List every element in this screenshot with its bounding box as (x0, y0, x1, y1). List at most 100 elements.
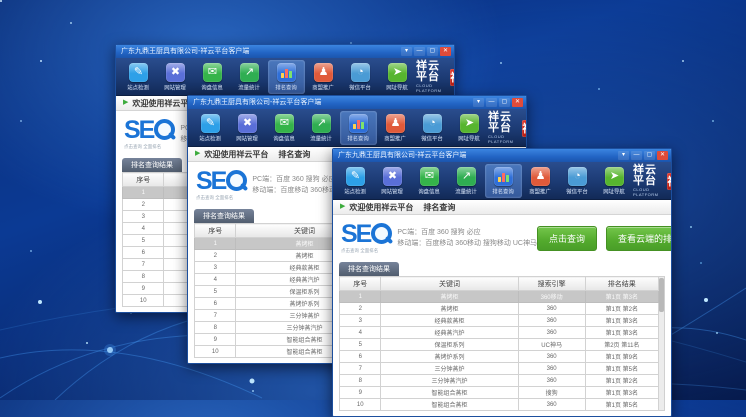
main-toolbar: ✎站点检测✖网站管理✉询盘信息↗流量统计排名查询♟商盟推广◔微信平台➤网址导航 … (333, 162, 671, 200)
minimize-button[interactable]: — (414, 47, 425, 56)
inquiry-info-icon: ✉ (275, 114, 294, 133)
cloud-ranking-button[interactable]: 查看云端的排名 (606, 226, 672, 251)
maximize-button[interactable]: ▢ (427, 47, 438, 56)
column-header[interactable]: 序号 (195, 224, 236, 238)
welcome-text: 欢迎使用祥云平台 (204, 149, 268, 160)
close-button[interactable]: ✕ (512, 98, 523, 107)
skin-button[interactable]: ▾ (401, 47, 412, 56)
toolbar-item-label: 排名查询 (348, 134, 370, 142)
table-row[interactable]: 2蒸烤柜360第1页 第2名 (340, 303, 659, 315)
results-table-wrap: 序号关键词搜索引擎排名结果 1蒸烤柜360移动第1页 第3名2蒸烤柜360第1页… (339, 276, 665, 411)
toolbar-item-label: 网站管理 (237, 134, 259, 142)
row-rank: 第1页 第5名 (585, 363, 658, 375)
toolbar-item-rank-query[interactable]: 排名查询 (340, 111, 377, 145)
column-header[interactable]: 序号 (340, 277, 381, 291)
window-titlebar[interactable]: 广东九鼎王厨具有限公司-祥云平台客户端 ▾ — ▢ ✕ (333, 149, 671, 162)
toolbar-item-site-manage[interactable]: ✖网站管理 (229, 111, 266, 145)
toolbar-item-rank-query[interactable]: 排名查询 (268, 60, 305, 94)
table-row[interactable]: 7三分钟蒸炉360第1页 第5名 (340, 363, 659, 375)
toolbar-item-alliance-promo[interactable]: ♟商盟推广 (305, 60, 342, 94)
toolbar-item-inquiry-info[interactable]: ✉询盘信息 (411, 164, 448, 198)
seo-tagline: 点击查询 全面排名 (124, 143, 171, 149)
window-content: SE 点击查询 全面排名 PC端：百度 360 搜狗 必应 移动端：百度移动 3… (333, 215, 671, 416)
maximize-button[interactable]: ▢ (499, 98, 510, 107)
toolbar-item-site-nav[interactable]: ➤网址导航 (451, 111, 488, 145)
table-body: 1蒸烤柜360移动第1页 第3名2蒸烤柜360第1页 第2名3经典款蒸柜360第… (340, 291, 659, 411)
minimize-button[interactable]: — (631, 151, 642, 160)
table-scrollbar[interactable] (659, 276, 665, 411)
table-row[interactable]: 6蒸烤炉系列360第1页 第9名 (340, 351, 659, 363)
desktop-background: 广东九鼎王厨具有限公司-祥云平台客户端 ▾ — ▢ ✕ ✎站点检测✖网站管理✉询… (0, 0, 746, 400)
toolbar-item-site-nav[interactable]: ➤网址导航 (379, 60, 416, 94)
toolbar-item-label: 询盘信息 (419, 187, 441, 195)
row-no: 7 (195, 310, 236, 322)
window-titlebar[interactable]: 广东九鼎王厨具有限公司-祥云平台客户端 ▾ — ▢ ✕ (116, 45, 454, 58)
close-button[interactable]: ✕ (440, 47, 451, 56)
query-button[interactable]: 点击查询 (537, 226, 597, 251)
row-keyword: 蒸烤柜 (381, 303, 518, 315)
table-row[interactable]: 10智能组合蒸柜360第1页 第5名 (340, 399, 659, 411)
toolbar-item-site-manage[interactable]: ✖网站管理 (157, 60, 194, 94)
site-nav-icon: ➤ (460, 114, 479, 133)
toolbar-item-label: 站点检测 (200, 134, 222, 142)
table-row[interactable]: 9智能组合蒸柜搜狗第1页 第3名 (340, 387, 659, 399)
results-tab[interactable]: 排名查询结果 (339, 262, 399, 276)
column-header[interactable]: 排名结果 (585, 277, 658, 291)
row-no: 2 (123, 199, 164, 211)
toolbar-item-label: 商盟推广 (385, 134, 407, 142)
toolbar-item-alliance-promo[interactable]: ♟商盟推广 (377, 111, 414, 145)
alliance-promo-icon: ♟ (531, 167, 550, 186)
app-window-3[interactable]: 广东九鼎王厨具有限公司-祥云平台客户端 ▾ — ▢ ✕ ✎站点检测✖网站管理✉询… (332, 148, 672, 417)
toolbar-item-inquiry-info[interactable]: ✉询盘信息 (194, 60, 231, 94)
traffic-stats-icon: ↗ (457, 167, 476, 186)
toolbar-item-site-nav[interactable]: ➤网址导航 (596, 164, 633, 198)
toolbar-item-traffic-stats[interactable]: ↗流量统计 (448, 164, 485, 198)
toolbar-item-site-check[interactable]: ✎站点检测 (120, 60, 157, 94)
row-rank: 第1页 第5名 (585, 399, 658, 411)
close-button[interactable]: ✕ (657, 151, 668, 160)
row-no: 7 (340, 363, 381, 375)
results-tab[interactable]: 排名查询结果 (122, 158, 182, 172)
skin-button[interactable]: ▾ (618, 151, 629, 160)
table-row[interactable]: 3经典款蒸柜360第1页 第3名 (340, 315, 659, 327)
column-header[interactable]: 序号 (123, 173, 164, 187)
maximize-button[interactable]: ▢ (644, 151, 655, 160)
results-tab[interactable]: 排名查询结果 (194, 209, 254, 223)
skin-button[interactable]: ▾ (473, 98, 484, 107)
table-row[interactable]: 5保温柜系列UC神马第2页 第11名 (340, 339, 659, 351)
toolbar-item-label: 站点检测 (345, 187, 367, 195)
site-check-icon: ✎ (129, 63, 148, 82)
row-rank: 第1页 第2名 (585, 375, 658, 387)
toolbar-item-site-manage[interactable]: ✖网站管理 (374, 164, 411, 198)
minimize-button[interactable]: — (486, 98, 497, 107)
toolbar-item-wechat-platform[interactable]: ◔微信平台 (559, 164, 596, 198)
row-engine: 360 (518, 303, 585, 315)
toolbar-item-site-check[interactable]: ✎站点检测 (192, 111, 229, 145)
toolbar-item-inquiry-info[interactable]: ✉询盘信息 (266, 111, 303, 145)
toolbar-item-traffic-stats[interactable]: ↗流量统计 (303, 111, 340, 145)
main-toolbar: ✎站点检测✖网站管理✉询盘信息↗流量统计排名查询♟商盟推广◔微信平台➤网址导航 … (116, 58, 454, 96)
toolbar-item-rank-query[interactable]: 排名查询 (485, 164, 522, 198)
window-titlebar[interactable]: 广东九鼎王厨具有限公司-祥云平台客户端 ▾ — ▢ ✕ (188, 96, 526, 109)
scrollbar-thumb[interactable] (659, 278, 664, 312)
table-header-row: 序号关键词搜索引擎排名结果 (340, 277, 659, 291)
toolbar-item-wechat-platform[interactable]: ◔微信平台 (414, 111, 451, 145)
table-row[interactable]: 1蒸烤柜360移动第1页 第3名 (340, 291, 659, 303)
toolbar-item-site-check[interactable]: ✎站点检测 (337, 164, 374, 198)
site-manage-icon: ✖ (383, 167, 402, 186)
row-no: 4 (340, 327, 381, 339)
table-row[interactable]: 8三分钟蒸汽炉360第1页 第2名 (340, 375, 659, 387)
toolbar-item-traffic-stats[interactable]: ↗流量统计 (231, 60, 268, 94)
play-arrow-icon: ▶ (123, 96, 128, 110)
table-row[interactable]: 4经典蒸汽炉360第1页 第3名 (340, 327, 659, 339)
site-manage-icon: ✖ (238, 114, 257, 133)
column-header[interactable]: 搜索引擎 (518, 277, 585, 291)
toolbar-item-alliance-promo[interactable]: ♟商盟推广 (522, 164, 559, 198)
column-header[interactable]: 关键词 (381, 277, 518, 291)
toolbar-item-wechat-platform[interactable]: ◔微信平台 (342, 60, 379, 94)
row-keyword: 三分钟蒸汽炉 (381, 375, 518, 387)
row-no: 3 (123, 211, 164, 223)
row-keyword: 智能组合蒸柜 (381, 387, 518, 399)
wechat-platform-icon: ◔ (568, 167, 587, 186)
row-no: 5 (123, 235, 164, 247)
